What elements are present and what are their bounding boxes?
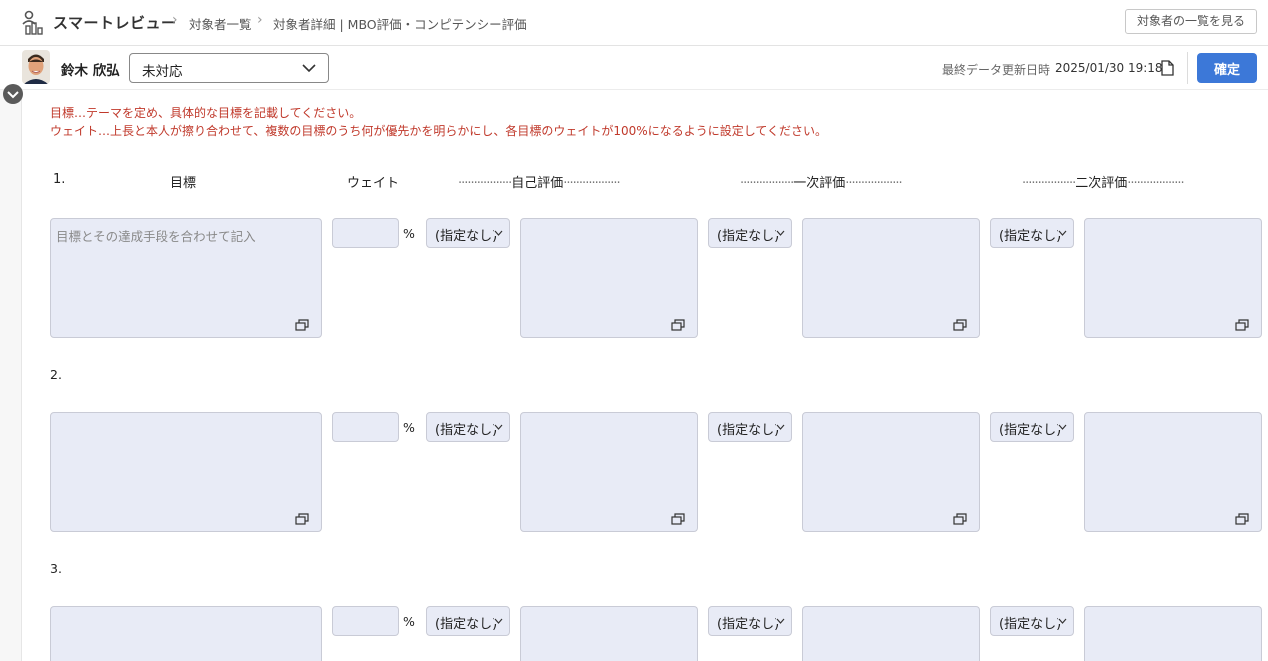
chevron-down-icon: [1058, 424, 1067, 430]
goal-textarea[interactable]: [50, 412, 322, 532]
self-eval-textarea[interactable]: [520, 218, 698, 338]
expand-icon[interactable]: [953, 319, 967, 331]
chevron-right-icon: ›: [172, 12, 178, 28]
app-title[interactable]: スマートレビュー: [53, 12, 177, 33]
breadcrumb-subject-list[interactable]: 対象者一覧: [189, 14, 252, 33]
expand-icon[interactable]: [1235, 319, 1249, 331]
top-bar: スマートレビュー › 対象者一覧 › 対象者詳細 | MBO評価・コンピテンシー…: [0, 0, 1268, 46]
chevron-down-icon: [494, 230, 503, 236]
second-grade-select[interactable]: (指定なし): [990, 218, 1074, 248]
app-logo-icon: [22, 10, 43, 35]
chevron-down-icon: [494, 424, 503, 430]
chevron-down-icon: [494, 618, 503, 624]
row-number: 2.: [50, 367, 62, 382]
chevron-down-icon: [302, 64, 316, 73]
row-number: 3.: [50, 561, 62, 576]
subject-bar: 鈴木 欣弘 未対応 最終データ更新日時 2025/01/30 19:18 確定: [0, 46, 1268, 90]
subject-name: 鈴木 欣弘: [61, 63, 120, 79]
goal-column-header: 目標: [170, 176, 197, 191]
self-eval-textarea[interactable]: [520, 606, 698, 661]
self-grade-select[interactable]: (指定なし): [426, 412, 510, 442]
first-grade-select[interactable]: (指定なし): [708, 412, 792, 442]
expand-icon[interactable]: [953, 513, 967, 525]
subject-list-button[interactable]: 対象者の一覧を見る: [1125, 9, 1257, 34]
chevron-right-icon: ›: [257, 12, 263, 28]
expand-icon[interactable]: [1235, 513, 1249, 525]
first-eval-column-header: ·················一次評価··················: [740, 176, 903, 191]
breadcrumb-subject-detail: 対象者詳細 | MBO評価・コンピテンシー評価: [273, 17, 527, 32]
weight-input[interactable]: [332, 218, 399, 248]
second-eval-textarea[interactable]: [1084, 606, 1262, 661]
expand-icon[interactable]: [295, 319, 309, 331]
second-eval-textarea[interactable]: [1084, 218, 1262, 338]
second-eval-column-header: ·················二次評価··················: [1022, 176, 1185, 191]
expand-icon[interactable]: [295, 513, 309, 525]
chevron-down-icon: [1058, 230, 1067, 236]
expand-icon[interactable]: [671, 319, 685, 331]
weight-input[interactable]: [332, 606, 399, 636]
first-eval-textarea[interactable]: [802, 218, 980, 338]
file-icon[interactable]: [1161, 60, 1174, 76]
percent-unit: %: [403, 420, 415, 435]
first-eval-textarea[interactable]: [802, 606, 980, 661]
collapse-toggle[interactable]: [3, 84, 23, 104]
second-grade-select[interactable]: (指定なし): [990, 412, 1074, 442]
first-grade-select[interactable]: (指定なし): [708, 218, 792, 248]
status-select[interactable]: 未対応: [129, 53, 329, 83]
chevron-down-icon: [776, 424, 785, 430]
goal-textarea[interactable]: [50, 606, 322, 661]
self-grade-select[interactable]: (指定なし): [426, 218, 510, 248]
chevron-down-icon: [776, 618, 785, 624]
weight-column-header: ウェイト: [347, 176, 400, 191]
chevron-down-icon: [1058, 618, 1067, 624]
goal-placeholder: 目標とその達成手段を合わせて記入: [56, 229, 256, 244]
left-gutter: [0, 90, 22, 661]
first-grade-select[interactable]: (指定なし): [708, 606, 792, 636]
self-grade-select[interactable]: (指定なし): [426, 606, 510, 636]
last-updated-value: 2025/01/30 19:18: [1055, 61, 1163, 75]
goal-textarea[interactable]: 目標とその達成手段を合わせて記入: [50, 218, 322, 338]
confirm-button[interactable]: 確定: [1197, 53, 1257, 83]
avatar: [22, 50, 50, 84]
row-number-header: 1.: [53, 172, 66, 187]
second-grade-select[interactable]: (指定なし): [990, 606, 1074, 636]
second-eval-textarea[interactable]: [1084, 412, 1262, 532]
percent-unit: %: [403, 226, 415, 241]
last-updated-label: 最終データ更新日時: [942, 63, 1051, 77]
weight-note: ウェイト…上長と本人が擦り合わせて、複数の目標のうち何が優先かを明らかにし、各目…: [50, 124, 827, 138]
chevron-down-icon: [776, 230, 785, 236]
goal-note: 目標…テーマを定め、具体的な目標を記載してください。: [50, 106, 362, 120]
expand-icon[interactable]: [671, 513, 685, 525]
divider: [1187, 52, 1188, 84]
status-select-value: 未対応: [142, 64, 183, 80]
chevron-down-icon: [7, 91, 19, 99]
weight-input[interactable]: [332, 412, 399, 442]
self-eval-column-header: ·················自己評価··················: [458, 176, 621, 191]
first-eval-textarea[interactable]: [802, 412, 980, 532]
percent-unit: %: [403, 614, 415, 629]
self-eval-textarea[interactable]: [520, 412, 698, 532]
